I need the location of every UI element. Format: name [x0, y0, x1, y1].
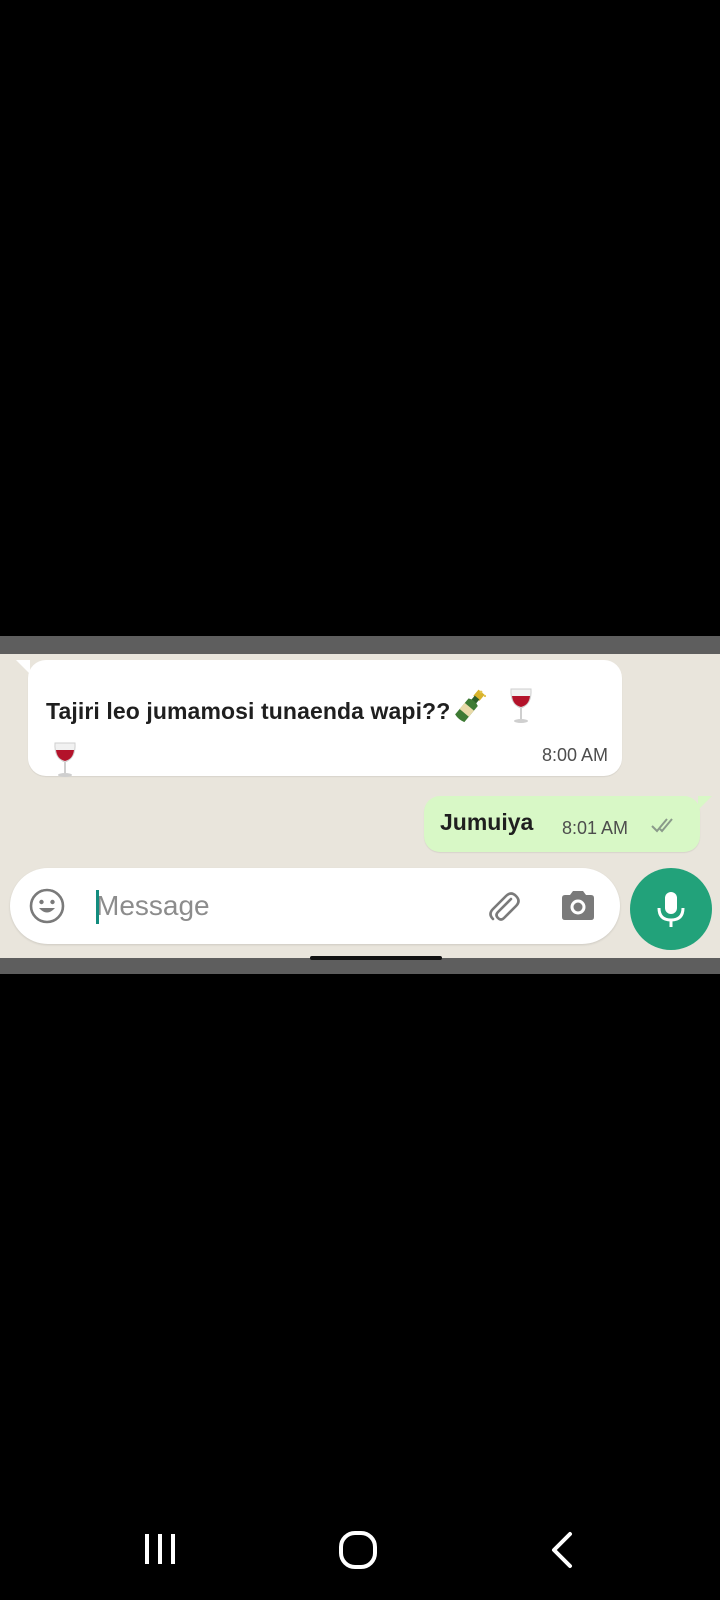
phone-screen: Tajiri leo jumamosi tunaenda wapi?? 8:00… — [0, 0, 720, 1600]
voice-message-button[interactable] — [630, 868, 712, 950]
paperclip-icon[interactable] — [484, 888, 522, 926]
outgoing-message-time: 8:01 AM — [562, 818, 629, 838]
message-input-wrapper — [84, 882, 464, 930]
read-ticks-icon — [651, 818, 673, 833]
recents-icon[interactable] — [142, 1532, 178, 1566]
chat-screenshot: Tajiri leo jumamosi tunaenda wapi?? 8:00… — [0, 636, 720, 974]
home-indicator-bar — [310, 956, 442, 960]
microphone-icon — [657, 892, 685, 927]
message-composer — [10, 868, 620, 944]
outgoing-message-text: Jumuiya — [440, 809, 534, 835]
emoji-icon[interactable] — [28, 887, 66, 925]
message-input[interactable] — [96, 882, 464, 930]
back-icon[interactable] — [548, 1530, 578, 1570]
wine-glass-icon — [508, 686, 534, 740]
wine-glass-icon — [52, 740, 78, 794]
incoming-message-time: 8:00 AM — [541, 745, 608, 765]
bottle-icon — [450, 686, 490, 740]
system-navigation-bar — [0, 1512, 720, 1600]
outgoing-message-bubble[interactable]: Jumuiya 8:01 AM — [424, 796, 712, 852]
strip-bottom-border — [0, 956, 720, 974]
strip-top-border — [0, 636, 720, 654]
incoming-message-bubble[interactable]: Tajiri leo jumamosi tunaenda wapi?? 8:00… — [16, 660, 622, 777]
text-caret — [96, 890, 99, 924]
incoming-message-label: Tajiri leo jumamosi tunaenda wapi?? — [46, 698, 451, 725]
camera-icon[interactable] — [558, 886, 598, 926]
incoming-message-text: Tajiri leo jumamosi tunaenda wapi?? — [46, 686, 602, 794]
home-icon[interactable] — [338, 1530, 378, 1570]
